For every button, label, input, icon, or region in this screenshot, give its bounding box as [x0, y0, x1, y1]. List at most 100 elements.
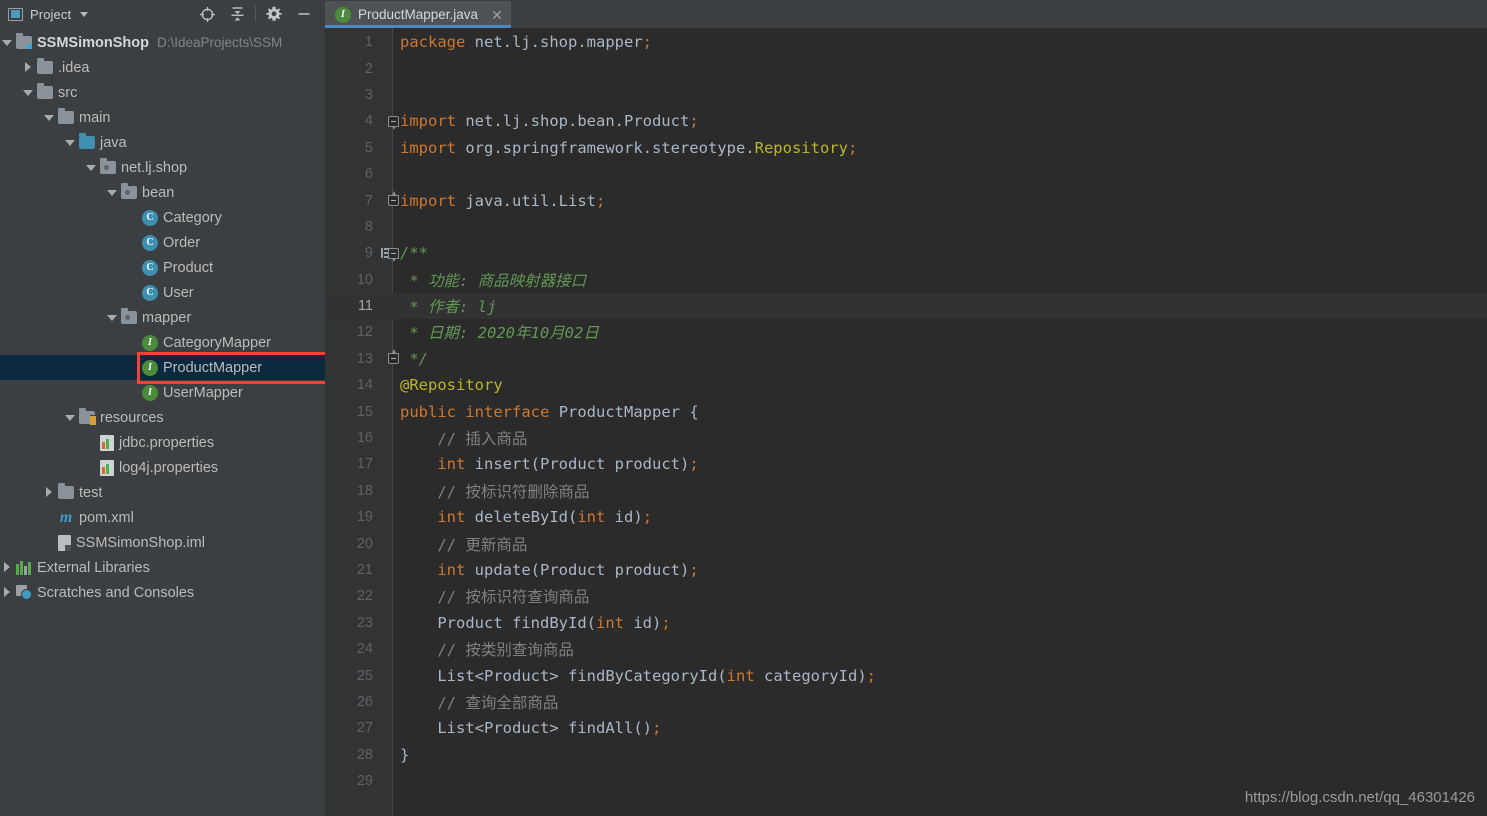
- tree-item-label: .idea: [58, 59, 90, 76]
- line-number: 4: [364, 113, 373, 130]
- code-line[interactable]: 26 // 查询全部商品: [325, 689, 1487, 715]
- code-line[interactable]: 20 // 更新商品: [325, 530, 1487, 556]
- fold-open-icon[interactable]: [386, 240, 400, 266]
- tree-row-bean[interactable]: bean: [0, 180, 325, 205]
- expand-arrow-icon[interactable]: [86, 162, 97, 173]
- code-line[interactable]: 18 // 按标识符删除商品: [325, 478, 1487, 504]
- code-line[interactable]: 16 // 插入商品: [325, 425, 1487, 451]
- chevron-down-icon[interactable]: [80, 11, 89, 17]
- expand-arrow-icon[interactable]: [2, 37, 13, 48]
- code-line[interactable]: 21 int update(Product product);: [325, 557, 1487, 583]
- code-line[interactable]: 1 package net.lj.shop.mapper;: [325, 29, 1487, 55]
- expand-arrow-icon[interactable]: [65, 137, 76, 148]
- tool-window-actions: [192, 0, 319, 28]
- expand-arrow-icon[interactable]: [2, 562, 13, 573]
- line-number: 23: [356, 614, 373, 631]
- tree-row-jdbc-properties[interactable]: jdbc.properties: [0, 430, 325, 455]
- code-line[interactable]: 25 List<Product> findByCategoryId(int ca…: [325, 662, 1487, 688]
- code-text: List<Product> findByCategoryId(int categ…: [400, 662, 876, 688]
- tree-row-external-libraries[interactable]: External Libraries: [0, 555, 325, 580]
- tree-row-test[interactable]: test: [0, 480, 325, 505]
- code-token: ): [680, 561, 690, 579]
- tree-item-label: CategoryMapper: [163, 334, 271, 351]
- code-token: ;: [661, 613, 671, 632]
- code-line[interactable]: 4 import net.lj.shop.bean.Product;: [325, 108, 1487, 134]
- line-number: 18: [356, 482, 373, 499]
- editor-tab-productmapper[interactable]: I ProductMapper.java ✕: [325, 1, 511, 28]
- tree-row-ssmsimonshop-iml[interactable]: SSMSimonShop.iml: [0, 530, 325, 555]
- expand-arrow-icon[interactable]: [107, 312, 118, 323]
- code-token: import: [400, 191, 456, 210]
- expand-arrow-icon[interactable]: [65, 412, 76, 423]
- code-line[interactable]: 19 int deleteById(int id);: [325, 504, 1487, 530]
- tree-row-scratches-and-consoles[interactable]: Scratches and Consoles: [0, 580, 325, 605]
- code-line[interactable]: 2: [325, 55, 1487, 81]
- code-line[interactable]: 9 /**: [325, 240, 1487, 266]
- code-token: Product: [540, 455, 606, 474]
- code-line[interactable]: 10 * 功能: 商品映射器接口: [325, 267, 1487, 293]
- tree-row-src[interactable]: src: [0, 80, 325, 105]
- code-line[interactable]: 27 List<Product> findAll();: [325, 715, 1487, 741]
- tree-row-resources[interactable]: resources: [0, 405, 325, 430]
- tree-row-java[interactable]: java: [0, 130, 325, 155]
- expand-arrow-icon[interactable]: [107, 187, 118, 198]
- code-line[interactable]: 15 public interface ProductMapper {: [325, 398, 1487, 424]
- code-line[interactable]: 17 int insert(Product product);: [325, 451, 1487, 477]
- fold-close-icon[interactable]: [386, 346, 400, 372]
- tree-row-log4j-properties[interactable]: log4j.properties: [0, 455, 325, 480]
- code-line[interactable]: 5 import org.springframework.stereotype. R…: [325, 135, 1487, 161]
- tree-row-root[interactable]: SSMSimonShop D:\IdeaProjects\SSM: [0, 30, 325, 55]
- code-line[interactable]: 6: [325, 161, 1487, 187]
- project-tree[interactable]: SSMSimonShop D:\IdeaProjects\SSM .idea sr…: [0, 28, 325, 816]
- tree-row-productmapper[interactable]: I ProductMapper: [0, 355, 325, 380]
- collapse-all-icon[interactable]: [222, 1, 252, 27]
- line-number: 2: [364, 60, 373, 77]
- tree-row-usermapper[interactable]: I UserMapper: [0, 380, 325, 405]
- tree-row-category[interactable]: C Category: [0, 205, 325, 230]
- code-line[interactable]: 14 @Repository: [325, 372, 1487, 398]
- tree-row-product[interactable]: C Product: [0, 255, 325, 280]
- tree-row-order[interactable]: C Order: [0, 230, 325, 255]
- scratches-icon: [16, 585, 32, 600]
- code-line[interactable]: 22 // 按标识符查询商品: [325, 583, 1487, 609]
- java-class-icon: C: [142, 234, 158, 251]
- code-line[interactable]: 28}: [325, 742, 1487, 768]
- code-token: List<Product>: [437, 666, 559, 685]
- code-token: ;: [652, 719, 662, 738]
- code-line[interactable]: 8: [325, 214, 1487, 240]
- code-editor[interactable]: 1 package net.lj.shop.mapper; 2 3 4 import ne…: [325, 28, 1487, 816]
- expand-arrow-icon[interactable]: [44, 487, 55, 498]
- tree-row-user[interactable]: C User: [0, 280, 325, 305]
- code-line[interactable]: 3: [325, 82, 1487, 108]
- expand-arrow-icon[interactable]: [44, 112, 55, 123]
- idea-window: Project SSMSimonShop D:\IdeaProjects\SSM…: [0, 0, 1487, 816]
- select-opened-file-icon[interactable]: [192, 1, 222, 27]
- fold-open-icon[interactable]: [386, 108, 400, 134]
- line-number: 20: [356, 535, 373, 552]
- expand-arrow-icon[interactable]: [23, 62, 34, 73]
- fold-close-icon[interactable]: [386, 187, 400, 213]
- tool-window-title: Project: [30, 6, 72, 22]
- close-icon[interactable]: ✕: [491, 8, 503, 22]
- expand-arrow-icon[interactable]: [2, 587, 13, 598]
- expand-arrow-icon[interactable]: [23, 87, 34, 98]
- tree-row-idea[interactable]: .idea: [0, 55, 325, 80]
- code-line[interactable]: 7 import java.util.List;: [325, 187, 1487, 213]
- tree-row-pom-xml[interactable]: m pom.xml: [0, 505, 325, 530]
- code-line[interactable]: 13 */: [325, 346, 1487, 372]
- code-line[interactable]: 23 Product findById(int id);: [325, 610, 1487, 636]
- settings-gear-icon[interactable]: [259, 1, 289, 27]
- project-title-group[interactable]: Project: [0, 6, 89, 22]
- tree-row-categorymapper[interactable]: I CategoryMapper: [0, 330, 325, 355]
- code-line[interactable]: 24 // 按类别查询商品: [325, 636, 1487, 662]
- tree-row-net-lj-shop[interactable]: net.lj.shop: [0, 155, 325, 180]
- code-line[interactable]: 11 * 作者: lj: [325, 292, 1487, 320]
- tree-row-mapper[interactable]: mapper: [0, 305, 325, 330]
- tree-row-main[interactable]: main: [0, 105, 325, 130]
- code-line[interactable]: 12 * 日期: 2020年10月02日: [325, 319, 1487, 345]
- hide-icon[interactable]: [289, 1, 319, 27]
